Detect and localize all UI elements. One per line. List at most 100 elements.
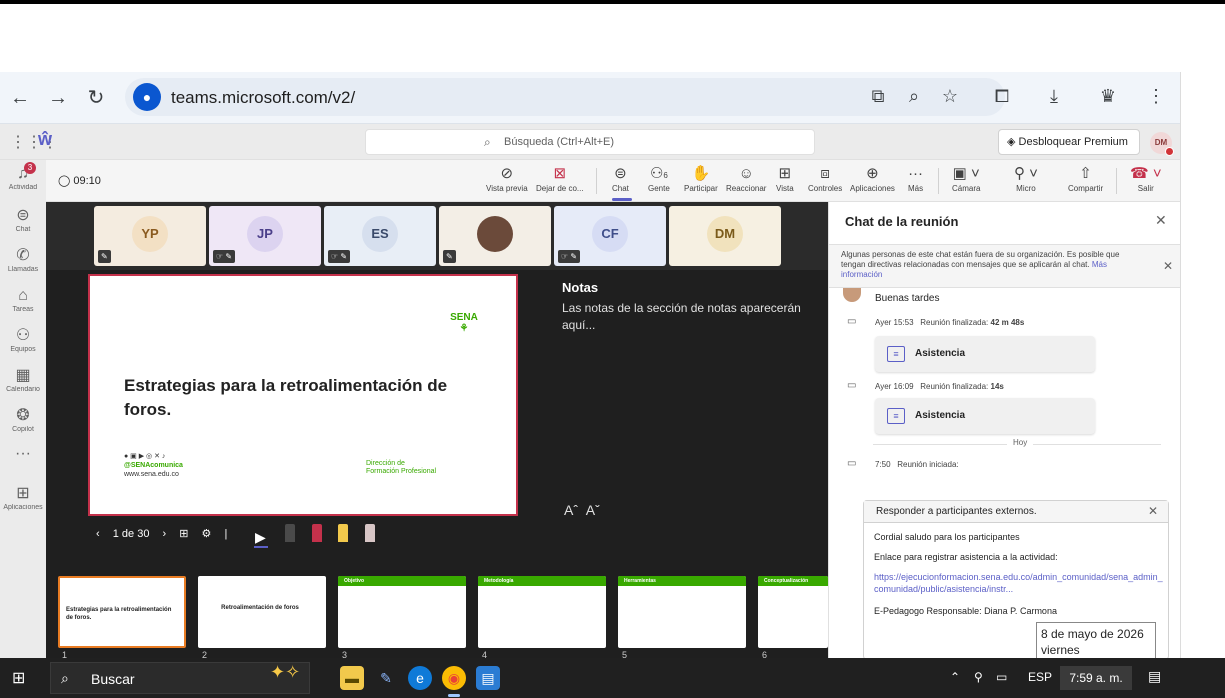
- close-icon[interactable]: ✕: [1163, 259, 1173, 273]
- word-app-icon[interactable]: ▤: [476, 666, 500, 690]
- reload-icon[interactable]: ↻: [84, 86, 108, 110]
- slide-thumbnail[interactable]: Metodología: [478, 576, 606, 648]
- font-increase-icon[interactable]: Aˆ: [564, 502, 578, 518]
- toolbar-label: Más: [908, 184, 924, 193]
- chrome-icon[interactable]: ◉: [442, 666, 466, 690]
- teams-icon: ⚇: [15, 327, 31, 344]
- rail-item-calendar[interactable]: ▦ Calendario: [0, 366, 46, 393]
- taskbar-search-label: Buscar: [91, 671, 135, 687]
- thumb-title: Conceptualización: [764, 578, 809, 584]
- prev-slide-icon[interactable]: ‹: [96, 528, 100, 540]
- rail-item-more[interactable]: ···: [0, 444, 46, 464]
- participant-tile[interactable]: CF ☞ ✎: [554, 206, 666, 266]
- message-text: Buenas tardes: [875, 293, 940, 304]
- unlock-premium-button[interactable]: ◈ Desbloquear Premium ···: [998, 129, 1140, 172]
- external-reply-label: Responder a participantes externos.: [876, 506, 1037, 517]
- mic-tray-icon[interactable]: ⚲: [974, 670, 983, 684]
- slide-thumbnail[interactable]: Herramientas: [618, 576, 746, 648]
- camera-button[interactable]: ▣ ˅ Cámara: [952, 164, 980, 193]
- raise-hand-button[interactable]: ✋ Participar: [684, 164, 718, 193]
- attendance-card[interactable]: ≡ Asistencia: [875, 336, 1095, 372]
- tray-chevron-icon[interactable]: ⌃: [950, 670, 960, 684]
- rail-item-teams[interactable]: ⚇ Equipos: [0, 326, 46, 353]
- notification-icon[interactable]: ▤: [1148, 668, 1168, 686]
- toolbar-label: Chat: [612, 184, 629, 193]
- slide-thumbnail[interactable]: Conceptualización: [758, 576, 828, 648]
- date-tooltip: 8 de mayo de 2026 viernes: [1036, 622, 1156, 660]
- stop-share-icon: ⊠: [553, 165, 567, 182]
- leave-button[interactable]: ☎ ˅ Salir: [1130, 164, 1162, 193]
- settings-icon[interactable]: ⚙: [202, 528, 212, 540]
- attendance-link[interactable]: https://ejecucionformacion.sena.edu.co/a…: [874, 571, 1164, 595]
- bookmark-star-icon[interactable]: ☆: [938, 86, 962, 107]
- more-button[interactable]: ··· Más: [908, 164, 923, 193]
- event-duration: 14s: [990, 382, 1004, 391]
- reply-line: Cordial saludo para los participantes: [874, 532, 1020, 542]
- slide-thumbnail[interactable]: Estrategias para la retroalimentación de…: [58, 576, 186, 648]
- rail-item-apps[interactable]: ⊞ Aplicaciones: [0, 484, 46, 511]
- mic-button[interactable]: ⚲ ˅ Micro: [1014, 164, 1038, 193]
- preview-button[interactable]: ⊘ Vista previa: [486, 164, 528, 193]
- stop-sharing-button[interactable]: ⊠ Dejar de co...: [536, 164, 584, 193]
- react-button[interactable]: ☺ Reaccionar: [726, 164, 766, 193]
- forward-icon[interactable]: →: [46, 86, 70, 110]
- mic-muted-icon: ✎: [443, 250, 456, 263]
- rail-item-calls[interactable]: ✆ Llamadas: [0, 246, 46, 273]
- people-button[interactable]: ⚇6 Gente: [648, 164, 670, 193]
- attendance-card[interactable]: ≡ Asistencia: [875, 398, 1095, 434]
- participant-tile[interactable]: DM: [669, 206, 781, 266]
- file-explorer-icon[interactable]: ▬: [340, 666, 364, 690]
- close-icon[interactable]: ✕: [1148, 504, 1158, 518]
- copilot-sparkle-icon[interactable]: ✦✧: [270, 662, 300, 683]
- rail-item-copilot[interactable]: ❂ Copilot: [0, 406, 46, 433]
- share-button[interactable]: ⇧ Compartir: [1068, 164, 1103, 193]
- browser-menu-icon[interactable]: ⋮: [1144, 86, 1168, 107]
- slide-thumbnail[interactable]: Retroalimentación de foros: [198, 576, 326, 648]
- windows-start-icon[interactable]: ⊞: [12, 668, 30, 687]
- chat-active-indicator: [612, 198, 632, 201]
- close-icon[interactable]: ✕: [1155, 212, 1167, 229]
- slide-thumbnail[interactable]: Objetivo: [338, 576, 466, 648]
- toolbar-label: Dejar de co...: [536, 184, 584, 193]
- network-icon[interactable]: ▭: [996, 670, 1007, 684]
- participant-tile[interactable]: YP ✎: [94, 206, 206, 266]
- user-avatar[interactable]: DM: [1150, 132, 1174, 156]
- toolbar-label: Reaccionar: [726, 184, 767, 193]
- rail-item-tasks[interactable]: ⌂ Tareas: [0, 286, 46, 313]
- highlighter-icon[interactable]: [338, 524, 349, 542]
- url-text[interactable]: teams.microsoft.com/v2/: [171, 88, 355, 108]
- participant-tile[interactable]: ✎: [439, 206, 551, 266]
- back-icon[interactable]: ←: [8, 86, 32, 110]
- rail-item-chat[interactable]: ⊜ Chat: [0, 206, 46, 233]
- rail-item-activity[interactable]: ♫ 3 Actividad: [0, 162, 46, 191]
- controls-button[interactable]: ⧈ Controles: [808, 164, 842, 193]
- participant-tile[interactable]: JP ☞ ✎: [209, 206, 321, 266]
- next-slide-icon[interactable]: ›: [163, 528, 167, 540]
- extensions-icon[interactable]: ⧠: [990, 86, 1014, 107]
- grid-view-icon[interactable]: ⊞: [179, 528, 188, 540]
- site-info-icon[interactable]: ●: [133, 83, 161, 111]
- profile-icon[interactable]: ♛: [1096, 86, 1120, 107]
- pen-red-icon[interactable]: [311, 524, 322, 542]
- font-decrease-icon[interactable]: Aˇ: [586, 502, 600, 518]
- chat-icon: ⊜: [16, 207, 30, 224]
- zoom-icon[interactable]: ⌕: [902, 86, 926, 107]
- meeting-event: Ayer 15:53 Reunión finalizada: 42 m 48s: [875, 318, 1024, 327]
- event-time: Ayer 16:09: [875, 382, 914, 391]
- apps-button[interactable]: ⊕ Aplicaciones: [850, 164, 895, 193]
- participant-tile[interactable]: ES ☞ ✎: [324, 206, 436, 266]
- pen-black-icon[interactable]: [285, 524, 296, 542]
- pointer-icon[interactable]: ▶: [255, 529, 269, 545]
- teams-search-input[interactable]: ⌕ Búsqueda (Ctrl+Alt+E): [365, 129, 815, 155]
- tooltip-weekday: viernes: [1041, 643, 1080, 657]
- chat-button[interactable]: ⊜ Chat: [612, 164, 629, 193]
- edge-icon[interactable]: e: [408, 666, 432, 690]
- view-button[interactable]: ⊞ Vista: [776, 164, 794, 193]
- language-indicator[interactable]: ESP: [1028, 670, 1052, 684]
- shared-slide[interactable]: SENA ⚘ Estrategias para la retroalimentac…: [88, 274, 518, 516]
- download-icon[interactable]: ⤓: [1042, 86, 1066, 107]
- notes-app-icon[interactable]: ✎: [374, 666, 398, 690]
- eraser-icon[interactable]: [364, 524, 375, 542]
- install-app-icon[interactable]: ⧉: [866, 86, 890, 107]
- taskbar-clock[interactable]: 7:59 a. m.: [1060, 666, 1132, 690]
